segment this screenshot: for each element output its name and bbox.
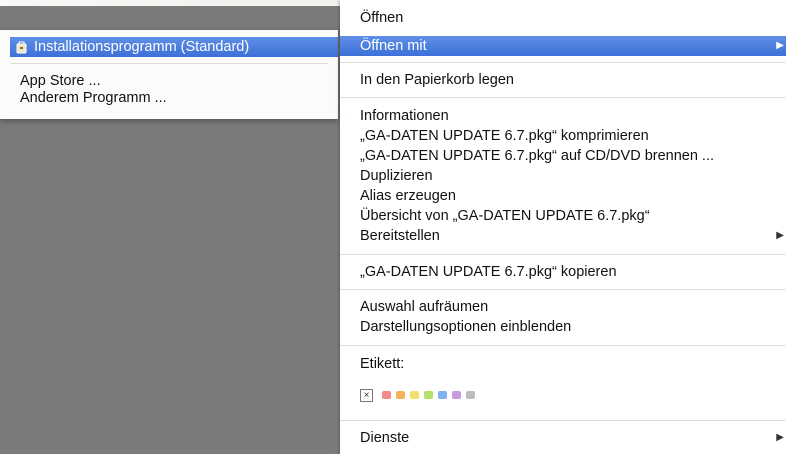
menu-separator — [340, 289, 786, 290]
menu-item-burn[interactable]: „GA-DATEN UPDATE 6.7.pkg“ auf CD/DVD bre… — [340, 146, 786, 166]
tag-yellow-button[interactable] — [410, 391, 419, 399]
screen: Installationsprogramm (Standard) App Sto… — [0, 0, 786, 454]
menu-item-label: Öffnen — [360, 10, 404, 26]
menu-item-label: Öffnen mit — [360, 38, 427, 54]
menu-item-label: Bereitstellen — [360, 228, 440, 244]
tag-none-button[interactable]: × — [360, 388, 373, 402]
menu-item-label: Informationen — [360, 108, 449, 124]
open-with-submenu: Installationsprogramm (Standard) App Sto… — [0, 30, 338, 119]
menu-item-make-alias[interactable]: Alias erzeugen — [340, 186, 786, 206]
submenu-arrow-icon: ▶ — [776, 40, 784, 51]
menu-item-label: Übersicht von „GA-DATEN UPDATE 6.7.pkg“ — [360, 208, 650, 224]
label-color-row: × — [360, 387, 475, 403]
menu-item-clean-up[interactable]: Auswahl aufräumen — [340, 297, 786, 317]
tag-purple-button[interactable] — [452, 391, 461, 399]
menu-item-label: Darstellungsoptionen einblenden — [360, 319, 572, 335]
menu-item-show-view-options[interactable]: Darstellungsoptionen einblenden — [340, 317, 786, 337]
tag-blue-button[interactable] — [438, 391, 447, 399]
menu-item-open[interactable]: Öffnen — [340, 8, 786, 28]
menu-item-quick-look[interactable]: Übersicht von „GA-DATEN UPDATE 6.7.pkg“ — [340, 206, 786, 226]
menu-item-label: Duplizieren — [360, 168, 433, 184]
menu-separator — [340, 345, 786, 346]
label-heading-text: Etikett: — [360, 356, 405, 372]
menu-item-label: „GA-DATEN UPDATE 6.7.pkg“ auf CD/DVD bre… — [360, 148, 715, 164]
package-icon — [16, 40, 27, 54]
menu-item-open-with[interactable]: Öffnen mit ▶ — [340, 36, 786, 56]
submenu-arrow-icon: ▶ — [776, 230, 784, 241]
menu-item-label: „GA-DATEN UPDATE 6.7.pkg“ komprimieren — [360, 128, 649, 144]
submenu-item-label: Installationsprogramm (Standard) — [34, 39, 250, 55]
menu-separator — [340, 420, 786, 421]
menu-item-label: Dienste — [360, 430, 410, 446]
menu-item-services[interactable]: Dienste ▶ — [340, 428, 786, 448]
menu-item-share[interactable]: Bereitstellen ▶ — [340, 226, 786, 246]
tag-orange-button[interactable] — [396, 391, 405, 399]
label-heading: Etikett: — [340, 354, 786, 374]
submenu-arrow-icon: ▶ — [776, 432, 784, 443]
tag-green-button[interactable] — [424, 391, 433, 399]
menu-item-label: „GA-DATEN UPDATE 6.7.pkg“ kopieren — [360, 264, 617, 280]
context-menu: Öffnen Öffnen mit ▶ In den Papierkorb le… — [340, 0, 786, 454]
menu-item-label: In den Papierkorb legen — [360, 72, 514, 88]
menu-item-get-info[interactable]: Informationen — [340, 106, 786, 126]
menu-separator — [340, 254, 786, 255]
submenu-item-installer[interactable]: Installationsprogramm (Standard) — [10, 37, 338, 57]
menu-item-label: Auswahl aufräumen — [360, 299, 489, 315]
tag-gray-button[interactable] — [466, 391, 475, 399]
menu-item-duplicate[interactable]: Duplizieren — [340, 166, 786, 186]
tag-red-button[interactable] — [382, 391, 391, 399]
submenu-item-label: App Store ... — [20, 73, 101, 89]
submenu-item-other-app[interactable]: Anderem Programm ... — [0, 88, 338, 108]
submenu-item-label: Anderem Programm ... — [20, 90, 167, 106]
menu-item-move-to-trash[interactable]: In den Papierkorb legen — [340, 70, 786, 90]
submenu-separator — [10, 63, 328, 64]
menu-item-label: Alias erzeugen — [360, 188, 456, 204]
menu-item-copy[interactable]: „GA-DATEN UPDATE 6.7.pkg“ kopieren — [340, 262, 786, 282]
menu-separator — [340, 62, 786, 63]
menu-item-compress[interactable]: „GA-DATEN UPDATE 6.7.pkg“ komprimieren — [340, 126, 786, 146]
menu-separator — [340, 97, 786, 98]
